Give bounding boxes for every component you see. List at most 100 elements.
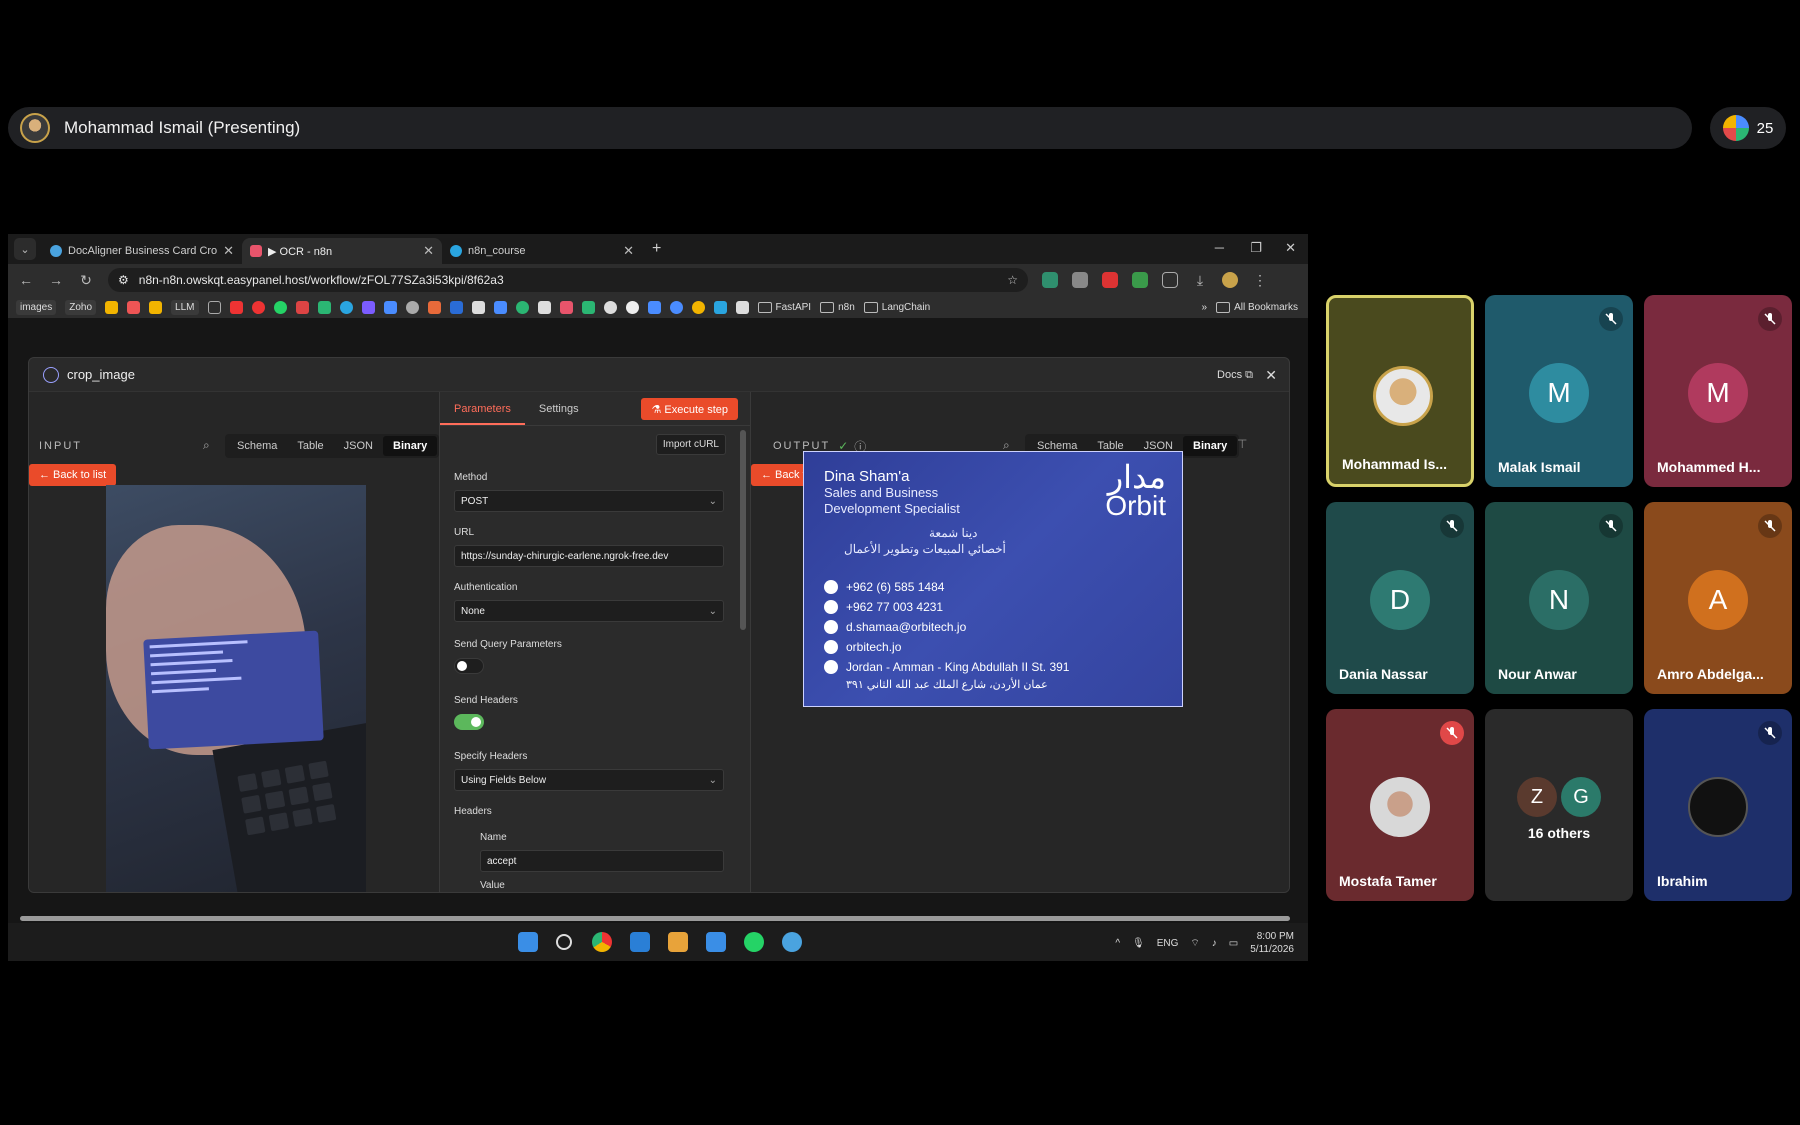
bookmark-zoho[interactable]: Zoho — [65, 299, 97, 315]
window-close-icon[interactable]: ✕ — [1285, 240, 1296, 256]
app-icon[interactable] — [668, 932, 688, 952]
volume-icon[interactable]: ♪ — [1212, 938, 1217, 949]
back-icon[interactable]: ← — [18, 272, 34, 288]
telegram-icon[interactable] — [339, 300, 353, 314]
extension-icon[interactable] — [1132, 272, 1148, 288]
docs-link[interactable]: Docs ⧉ — [1217, 369, 1253, 382]
view-table[interactable]: Table — [287, 436, 333, 456]
search-icon[interactable] — [556, 934, 572, 950]
participant-tile[interactable]: D Dania Nassar — [1326, 502, 1474, 694]
parameters-scrollbar[interactable] — [740, 430, 746, 630]
windows-start-icon[interactable] — [518, 932, 538, 952]
whatsapp-icon[interactable] — [273, 300, 287, 314]
participant-tile[interactable]: N Nour Anwar — [1485, 502, 1633, 694]
restore-icon[interactable]: ❐ — [1250, 240, 1262, 256]
bookmark-icon[interactable] — [713, 300, 727, 314]
extensions-puzzle-icon[interactable] — [1162, 272, 1178, 288]
microphone-icon[interactable]: 🎙 — [1132, 938, 1145, 949]
chrome-icon[interactable] — [592, 932, 612, 952]
bookmark-icon[interactable] — [603, 300, 617, 314]
authentication-select[interactable]: None ⌄ — [454, 600, 724, 622]
specify-headers-select[interactable]: Using Fields Below ⌄ — [454, 769, 724, 791]
view-json[interactable]: JSON — [334, 436, 383, 456]
bookmark-folder-fastapi[interactable]: FastAPI — [758, 302, 812, 313]
bookmark-llm[interactable]: LLM — [171, 299, 199, 315]
tab-close-icon[interactable]: ✕ — [223, 243, 234, 259]
bookmark-icon[interactable] — [251, 300, 265, 314]
bookmark-icon[interactable] — [691, 300, 705, 314]
extension-icon[interactable] — [1072, 272, 1088, 288]
participant-tile[interactable]: Mohammad Is... — [1326, 295, 1474, 487]
method-select[interactable]: POST ⌄ — [454, 490, 724, 512]
bookmark-icon[interactable] — [105, 300, 119, 314]
forward-icon[interactable]: → — [48, 272, 64, 288]
reload-icon[interactable]: ↻ — [78, 272, 94, 289]
tab-close-icon[interactable]: ✕ — [423, 243, 434, 259]
participant-tile[interactable]: A Amro Abdelga... — [1644, 502, 1792, 694]
wifi-icon[interactable]: ⌔ — [1190, 937, 1199, 950]
bookmark-icon[interactable] — [449, 300, 463, 314]
bookmark-icon[interactable] — [669, 300, 683, 314]
site-info-icon[interactable]: ⚙ — [118, 273, 129, 287]
youtube-icon[interactable] — [229, 300, 243, 314]
input-back-to-list-button[interactable]: ← Back to list — [29, 464, 117, 486]
minimize-icon[interactable]: ─ — [1215, 240, 1224, 255]
send-headers-toggle[interactable] — [454, 714, 484, 730]
extension-icon[interactable] — [1042, 272, 1058, 288]
extension-icon[interactable] — [1102, 272, 1118, 288]
clock[interactable]: 8:00 PM 5/11/2026 — [1250, 930, 1294, 956]
send-query-toggle[interactable] — [454, 658, 484, 674]
node-title[interactable]: crop_image — [67, 367, 135, 382]
bookmark-icon[interactable] — [149, 300, 163, 314]
bookmark-folder-langchain[interactable]: LangChain — [864, 302, 930, 313]
drive-icon[interactable] — [317, 300, 331, 314]
bookmark-icon[interactable] — [405, 300, 419, 314]
participants-button[interactable]: 25 — [1710, 107, 1786, 149]
bookmark-icon[interactable] — [471, 300, 485, 314]
language-indicator[interactable]: ENG — [1157, 938, 1179, 949]
participant-tile[interactable]: M Mohammed H... — [1644, 295, 1792, 487]
view-schema[interactable]: Schema — [227, 436, 287, 456]
bookmark-icon[interactable] — [427, 300, 441, 314]
view-binary[interactable]: Binary — [1183, 436, 1238, 456]
profile-avatar[interactable] — [1222, 272, 1238, 288]
modal-close-icon[interactable]: ✕ — [1265, 367, 1277, 384]
execute-step-button[interactable]: ⚗ Execute step — [641, 398, 738, 420]
browser-tab[interactable]: n8n_course ✕ — [442, 238, 642, 264]
bookmark-grid-icon[interactable] — [207, 300, 221, 314]
header-name-input[interactable]: accept — [480, 850, 724, 872]
vscode-icon[interactable] — [630, 932, 650, 952]
bookmark-star-icon[interactable]: ☆ — [1007, 273, 1018, 287]
search-icon[interactable]: ⌕ — [203, 438, 210, 453]
bookmark-icon[interactable] — [735, 300, 749, 314]
bookmark-icon[interactable] — [361, 300, 375, 314]
participant-tile[interactable]: Ibrahim — [1644, 709, 1792, 901]
participant-tile-others[interactable]: Z G 16 others — [1485, 709, 1633, 901]
tab-close-icon[interactable]: ✕ — [623, 243, 634, 259]
bookmark-icon[interactable] — [581, 300, 595, 314]
more-bookmarks-icon[interactable]: » — [1202, 302, 1208, 313]
bookmark-icon[interactable] — [493, 300, 507, 314]
import-curl-button[interactable]: Import cURL — [655, 434, 726, 455]
bookmark-folder-n8n[interactable]: n8n — [820, 302, 855, 313]
bookmark-icon[interactable] — [647, 300, 661, 314]
url-input[interactable]: ⚙ n8n-n8n.owskqt.easypanel.host/workflow… — [108, 268, 1028, 292]
browser-tab-active[interactable]: ▶ OCR - n8n ✕ — [242, 238, 442, 264]
battery-icon[interactable]: ▭ — [1229, 938, 1238, 949]
browser-tab[interactable]: DocAligner Business Card Crop ✕ — [42, 238, 242, 264]
bookmark-icon[interactable] — [537, 300, 551, 314]
mail-icon[interactable] — [706, 932, 726, 952]
bookmark-icon[interactable] — [515, 300, 529, 314]
participant-tile[interactable]: M Malak Ismail — [1485, 295, 1633, 487]
tab-settings[interactable]: Settings — [525, 392, 593, 425]
gmail-icon[interactable] — [295, 300, 309, 314]
bookmark-images[interactable]: images — [16, 299, 57, 315]
bookmark-icon[interactable] — [383, 300, 397, 314]
bookmark-icon[interactable] — [127, 300, 141, 314]
tray-chevron-icon[interactable]: ^ — [1115, 938, 1120, 949]
download-icon[interactable]: ⤓ — [1192, 272, 1208, 289]
scrollbar-thumb[interactable] — [20, 916, 1290, 921]
participant-tile[interactable]: Mostafa Tamer — [1326, 709, 1474, 901]
view-binary[interactable]: Binary — [383, 436, 438, 456]
tab-parameters[interactable]: Parameters — [440, 392, 525, 425]
